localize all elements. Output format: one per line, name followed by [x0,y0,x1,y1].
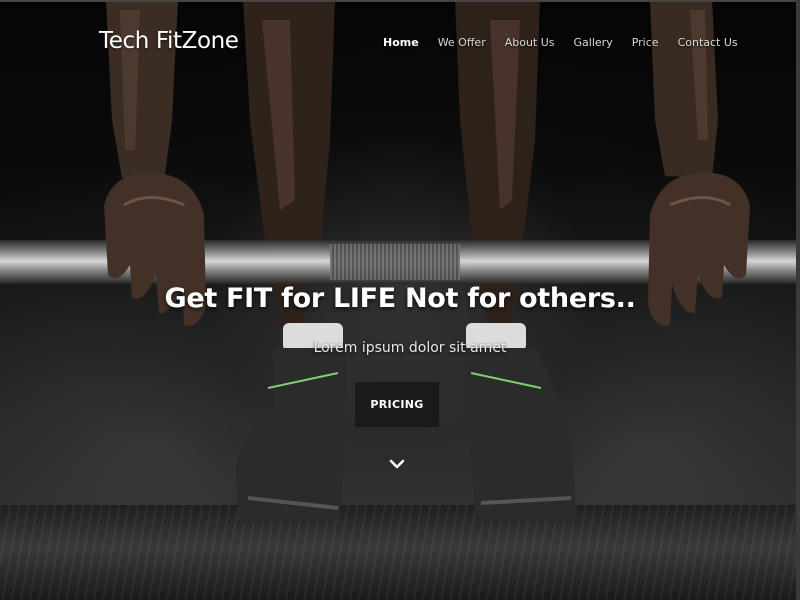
chevron-down-icon[interactable] [388,456,406,474]
hero-headline: Get FIT for LIFE Not for others.. [164,283,636,314]
nav-link-about-us[interactable]: About Us [505,36,555,49]
window-top-border [0,0,800,2]
hero-subheadline: Lorem ipsum dolor sit amet [313,340,507,356]
window-right-border [796,0,800,600]
pricing-button[interactable]: PRICING [355,382,439,427]
nav-link-gallery[interactable]: Gallery [574,36,613,49]
nav-link-home[interactable]: Home [383,36,419,49]
barbell-grip [330,244,460,280]
nav-link-we-offer[interactable]: We Offer [438,36,486,49]
left-hand-image [104,172,206,326]
site-logo[interactable]: Tech FitZone [99,28,239,54]
page: Tech FitZone Home We Offer About Us Gall… [0,0,800,600]
nav-link-contact-us[interactable]: Contact Us [678,36,738,49]
main-nav: Home We Offer About Us Gallery Price Con… [383,36,757,49]
top-navigation-bar: Tech FitZone Home We Offer About Us Gall… [0,0,800,86]
nav-link-price[interactable]: Price [632,36,659,49]
right-hand-image [648,172,750,326]
